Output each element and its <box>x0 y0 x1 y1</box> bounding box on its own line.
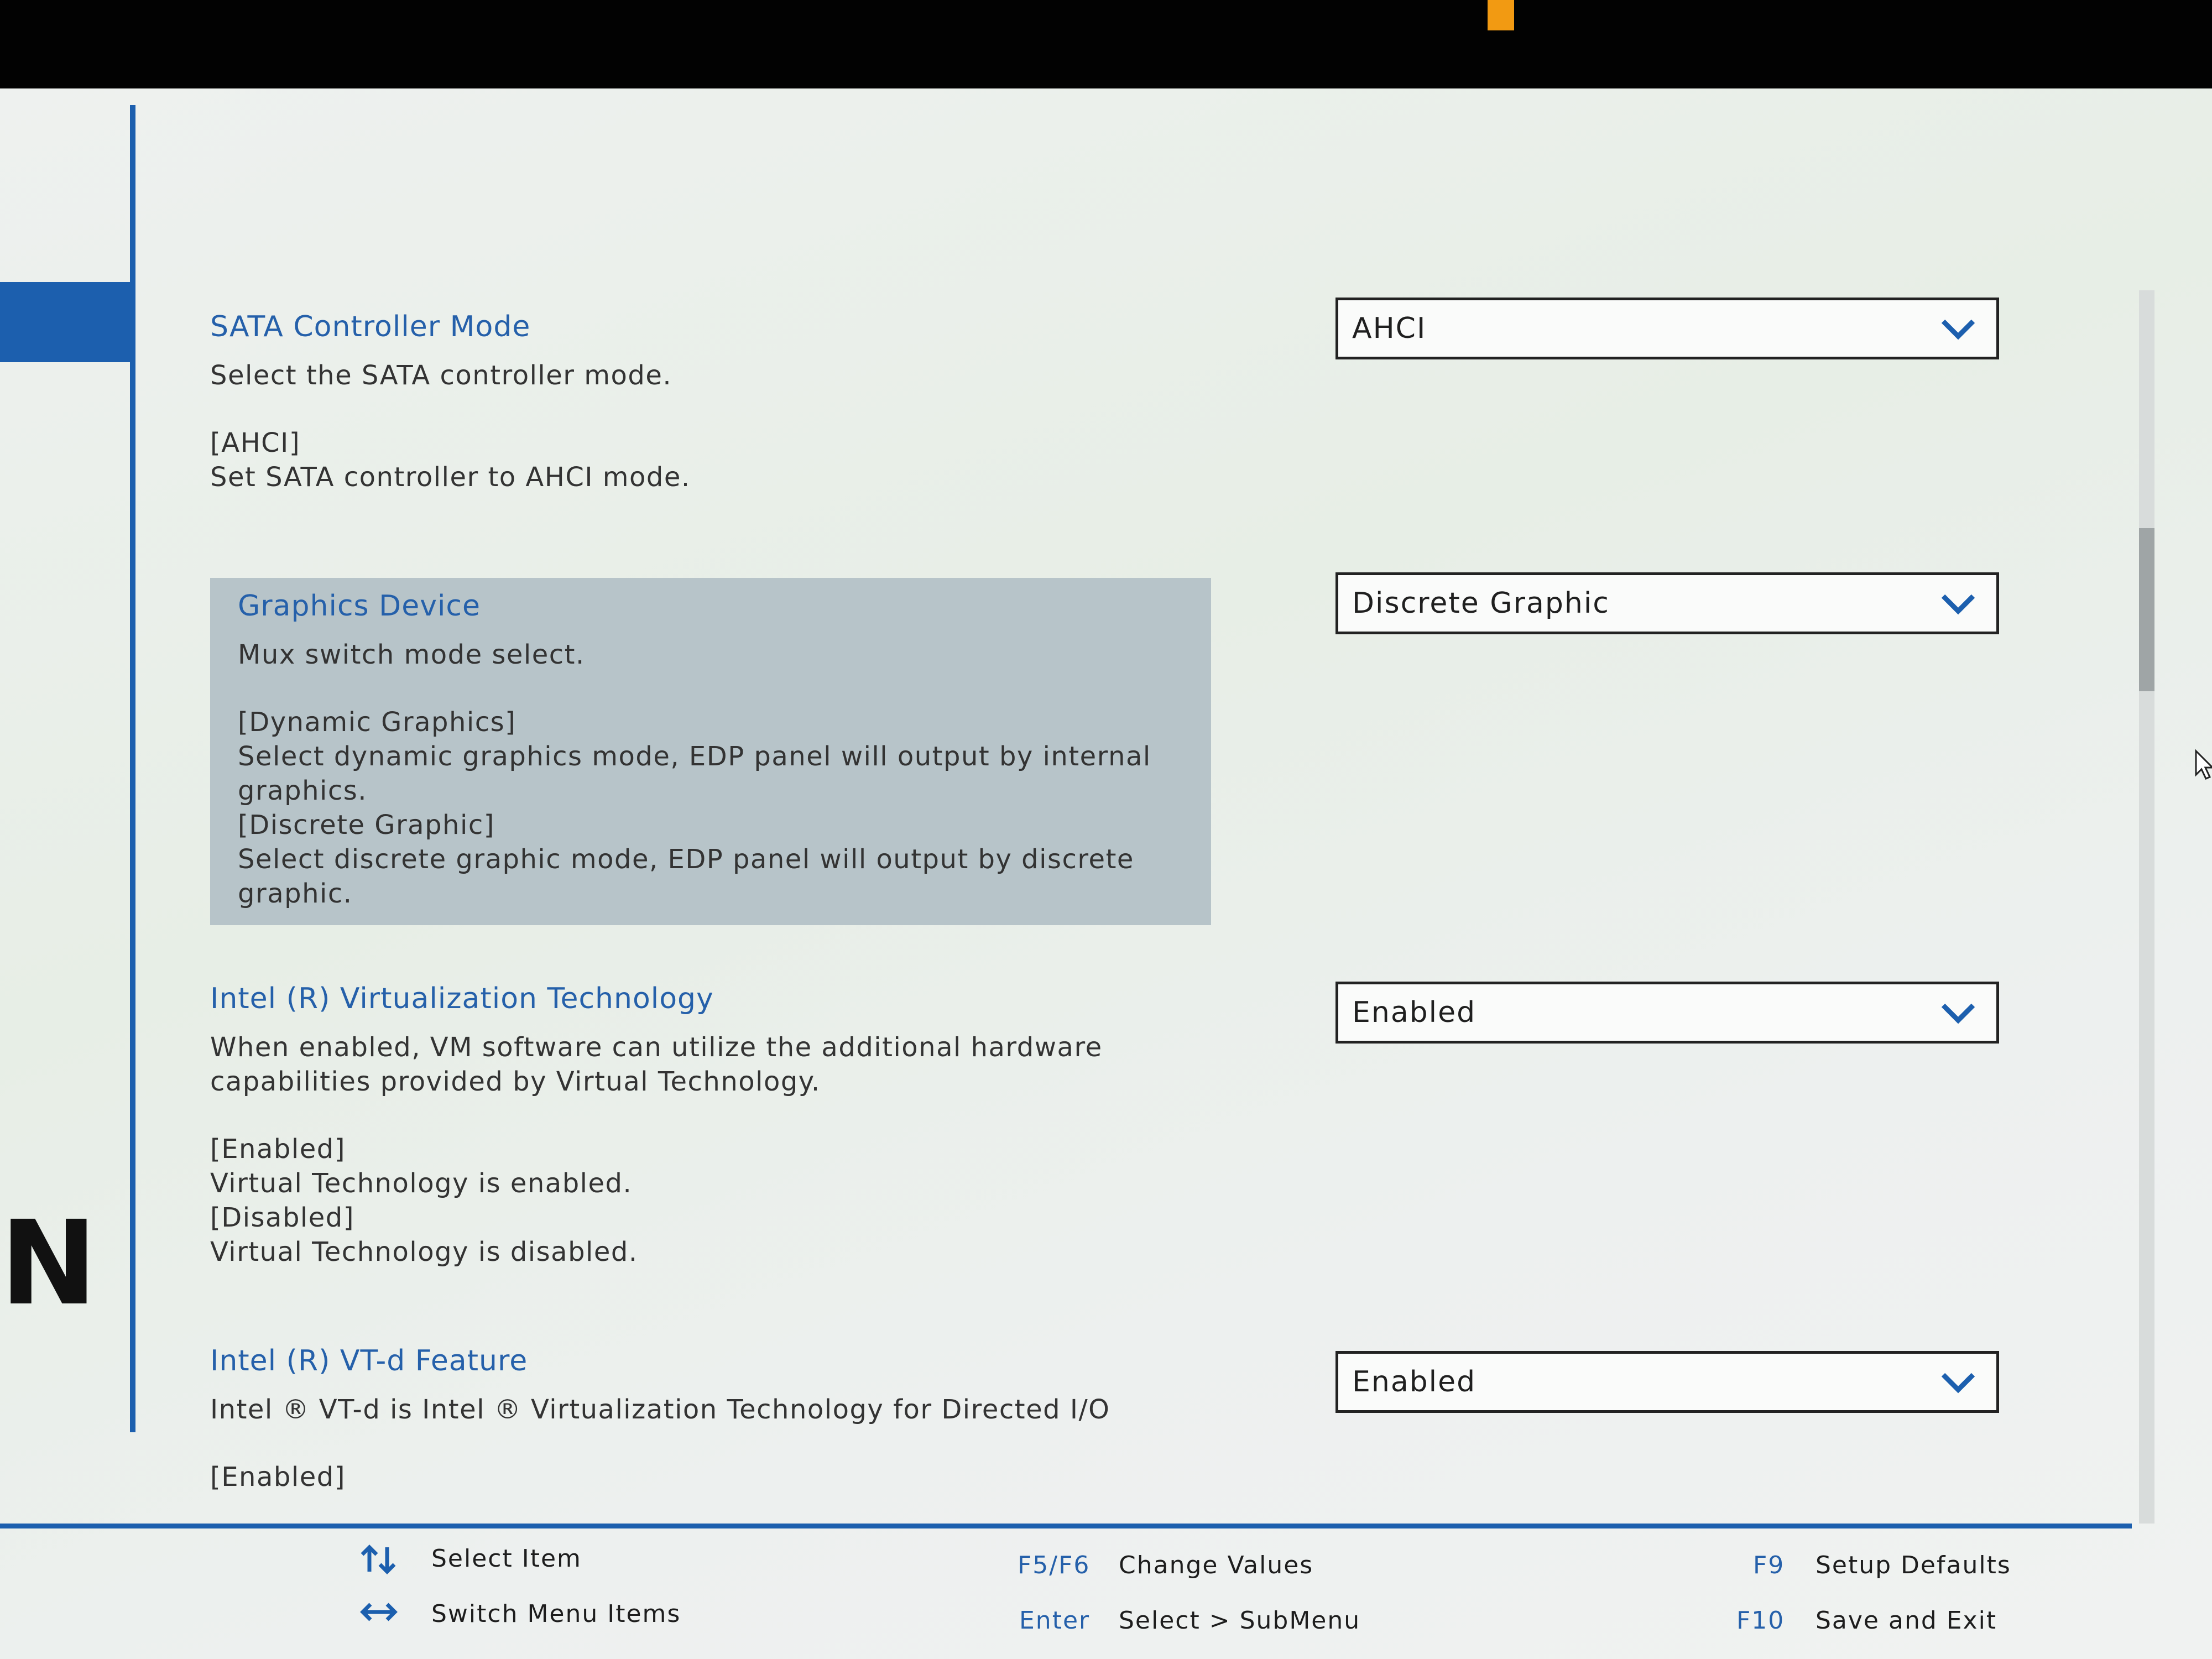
left-right-arrows-icon <box>360 1603 398 1621</box>
setting-title: SATA Controller Mode <box>210 310 531 343</box>
chevron-down-icon <box>1941 594 1975 615</box>
setting-title: Intel (R) Virtualization Technology <box>210 982 714 1015</box>
hint-switch-menu: Switch Menu Items <box>431 1600 681 1628</box>
dropdown-value: Discrete Graphic <box>1352 587 1610 620</box>
key-f10: F10 <box>1736 1606 1785 1635</box>
setting-title: Intel (R) VT-d Feature <box>210 1344 528 1378</box>
setting-intel-vtd[interactable]: Intel (R) VT-d Feature Intel ® VT-d is I… <box>210 1344 1172 1518</box>
brand-logo-letter: N <box>0 1196 97 1331</box>
mouse-cursor-icon <box>2195 749 2212 780</box>
setting-options-help: [Enabled] Virtual Technology is enabled.… <box>210 1134 638 1268</box>
setting-description: When enabled, VM software can utilize th… <box>210 1032 1103 1098</box>
up-down-arrows-icon <box>361 1545 396 1574</box>
sata-mode-dropdown[interactable]: AHCI <box>1335 298 1999 359</box>
setting-sata-controller-mode[interactable]: SATA Controller Mode Select the SATA con… <box>210 310 1172 494</box>
virtualization-dropdown[interactable]: Enabled <box>1335 982 1999 1044</box>
setting-options-help: [Enabled] <box>210 1462 346 1493</box>
scrollbar-track[interactable] <box>2139 290 2154 1524</box>
setting-description: Intel ® VT-d is Intel ® Virtualization T… <box>210 1394 1110 1426</box>
setting-description: Mux switch mode select. <box>238 639 585 671</box>
setting-graphics-device[interactable]: Graphics Device Mux switch mode select. … <box>210 578 1211 926</box>
chevron-down-icon <box>1941 1003 1975 1024</box>
chevron-down-icon <box>1941 1373 1975 1394</box>
setting-title: Graphics Device <box>238 589 481 623</box>
hint-select-submenu: Select > SubMenu <box>1119 1606 1361 1635</box>
key-f9: F9 <box>1753 1551 1785 1579</box>
vtd-dropdown[interactable]: Enabled <box>1335 1351 1999 1413</box>
footer-divider <box>0 1524 2132 1528</box>
hint-change-values: Change Values <box>1119 1551 1314 1579</box>
setting-description: Select the SATA controller mode. <box>210 360 672 392</box>
dropdown-value: Enabled <box>1352 996 1477 1029</box>
hint-setup-defaults: Setup Defaults <box>1815 1551 2011 1579</box>
chevron-down-icon <box>1941 319 1975 340</box>
setting-options-help: [Dynamic Graphics] Select dynamic graphi… <box>238 707 1151 910</box>
left-menu-selected-tab[interactable] <box>0 282 133 362</box>
hint-save-exit: Save and Exit <box>1815 1606 1997 1635</box>
dropdown-value: AHCI <box>1352 312 1427 345</box>
bezel-light <box>1488 0 1514 30</box>
key-f5f6: F5/F6 <box>1018 1551 1091 1579</box>
scrollbar-thumb[interactable] <box>2139 528 2154 691</box>
setting-options-help: [AHCI] Set SATA controller to AHCI mode. <box>210 427 691 493</box>
setting-intel-virtualization[interactable]: Intel (R) Virtualization Technology When… <box>210 982 1172 1269</box>
dropdown-value: Enabled <box>1352 1365 1477 1399</box>
hint-select-item: Select Item <box>431 1545 582 1573</box>
graphics-device-dropdown[interactable]: Discrete Graphic <box>1335 572 1999 634</box>
key-enter: Enter <box>1019 1606 1091 1635</box>
